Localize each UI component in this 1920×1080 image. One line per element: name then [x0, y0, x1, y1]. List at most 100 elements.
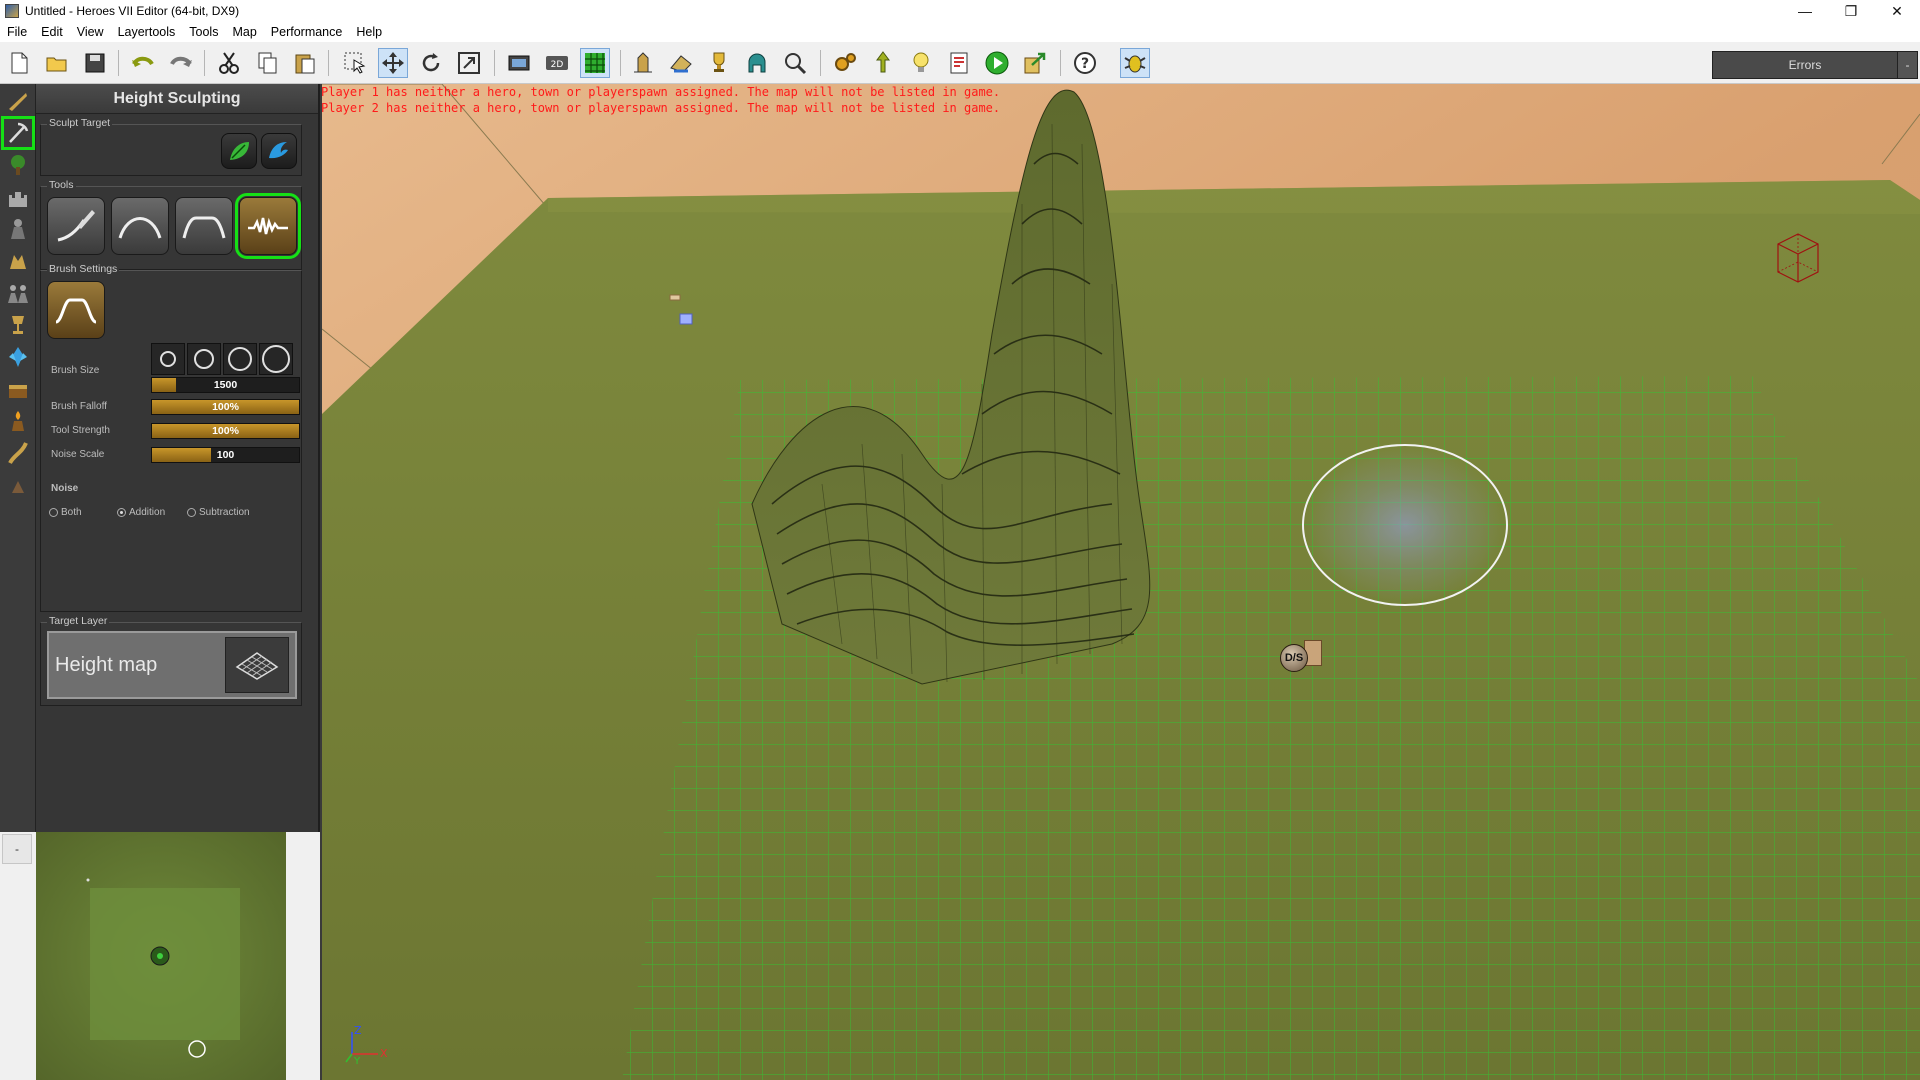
- title-bar: Untitled - Heroes VII Editor (64-bit, DX…: [0, 0, 1920, 22]
- tool-strength-label: Tool Strength: [51, 425, 110, 436]
- sculpt-pickaxe-icon[interactable]: [1, 116, 35, 150]
- new-file-icon[interactable]: [4, 48, 34, 78]
- height-map-mesh-icon: [225, 637, 289, 693]
- grid-toggle-icon[interactable]: [580, 48, 610, 78]
- radio-indicator: [187, 508, 196, 517]
- menu-tools[interactable]: Tools: [182, 25, 225, 39]
- menu-performance[interactable]: Performance: [264, 25, 350, 39]
- rotate-tool-icon[interactable]: [416, 48, 446, 78]
- play-icon[interactable]: [982, 48, 1012, 78]
- water-wave-icon[interactable]: [261, 133, 297, 169]
- paste-icon[interactable]: [290, 48, 320, 78]
- treasure-chest-icon[interactable]: [3, 374, 33, 404]
- menu-help[interactable]: Help: [349, 25, 389, 39]
- hero-knight-icon[interactable]: [3, 214, 33, 244]
- spawn-label: D/S: [1280, 644, 1308, 672]
- menu-layertools[interactable]: Layertools: [111, 25, 183, 39]
- errors-label: Errors: [1788, 58, 1822, 72]
- brush-falloff-slider[interactable]: 100%: [151, 399, 300, 415]
- axis-y-label: Y: [353, 1056, 361, 1064]
- menu-map[interactable]: Map: [225, 25, 263, 39]
- panel-title: Height Sculpting: [36, 84, 318, 114]
- noise-addition-radio[interactable]: Addition: [117, 507, 165, 518]
- noise-tool-icon[interactable]: [235, 193, 301, 259]
- brush-falloff-label: Brush Falloff: [51, 401, 107, 412]
- terrain-tool-icon[interactable]: [628, 48, 658, 78]
- resource-crystal-icon[interactable]: [3, 342, 33, 372]
- scale-tool-icon[interactable]: [454, 48, 484, 78]
- brush-sculpt-tool-icon[interactable]: [47, 197, 105, 255]
- waypoint-icon[interactable]: [868, 48, 898, 78]
- debug-bug-icon[interactable]: [1120, 48, 1150, 78]
- redo-icon[interactable]: [166, 48, 196, 78]
- player-spawn-marker[interactable]: D/S: [1280, 640, 1324, 688]
- brush-size-small-button[interactable]: [151, 343, 185, 375]
- artifact-goblet-icon[interactable]: [3, 310, 33, 340]
- minimize-button[interactable]: —: [1782, 0, 1828, 22]
- misc-object-icon[interactable]: [3, 470, 33, 500]
- restore-button[interactable]: ❐: [1828, 0, 1874, 22]
- errors-dropdown[interactable]: Errors -: [1712, 51, 1918, 79]
- terrain-scene: [322, 84, 1920, 1080]
- noise-addition-label: Addition: [129, 507, 166, 518]
- 3d-viewport[interactable]: [322, 84, 1920, 1080]
- open-folder-icon[interactable]: [42, 48, 72, 78]
- paint-tool-icon[interactable]: [666, 48, 696, 78]
- brush-size-xlarge-button[interactable]: [259, 343, 293, 375]
- brush-falloff-shape-icon[interactable]: [47, 281, 105, 339]
- noise-scale-slider[interactable]: 100: [151, 447, 300, 463]
- script-icon[interactable]: [944, 48, 974, 78]
- helmet-icon[interactable]: [742, 48, 772, 78]
- light-torch-icon[interactable]: [3, 406, 33, 436]
- height-map-layer-button[interactable]: Height map: [47, 631, 297, 699]
- town-castle-icon[interactable]: [3, 182, 33, 212]
- raise-lower-tool-icon[interactable]: [111, 197, 169, 255]
- undo-icon[interactable]: [128, 48, 158, 78]
- menu-view[interactable]: View: [70, 25, 111, 39]
- brush-size-label: Brush Size: [51, 365, 100, 376]
- army-icon[interactable]: [3, 278, 33, 308]
- camera-view-icon[interactable]: [504, 48, 534, 78]
- path-road-icon[interactable]: [3, 438, 33, 468]
- wireframe-cube-icon: [1770, 230, 1826, 291]
- brush-size-slider[interactable]: 1500: [151, 377, 300, 393]
- tool-strength-slider[interactable]: 100%: [151, 423, 300, 439]
- brush-size-medium-button[interactable]: [187, 343, 221, 375]
- axis-gizmo: Z X Y: [344, 1024, 394, 1069]
- menu-edit[interactable]: Edit: [34, 25, 70, 39]
- minimap-collapse-button[interactable]: -: [2, 834, 32, 864]
- lightbulb-icon[interactable]: [906, 48, 936, 78]
- close-button[interactable]: ✕: [1874, 0, 1920, 22]
- radio-indicator: [49, 508, 58, 517]
- app-icon: [5, 4, 19, 18]
- copy-icon[interactable]: [252, 48, 282, 78]
- sculpt-target-group: Sculpt Target: [40, 117, 302, 176]
- help-icon[interactable]: ?: [1070, 48, 1100, 78]
- minimap[interactable]: [36, 832, 286, 1080]
- foliage-tree-icon[interactable]: [3, 150, 33, 180]
- search-zoom-icon[interactable]: [780, 48, 810, 78]
- trophy-icon[interactable]: [704, 48, 734, 78]
- view-2d-icon[interactable]: 2D: [542, 48, 572, 78]
- menu-file[interactable]: File: [0, 25, 34, 39]
- cut-icon[interactable]: [214, 48, 244, 78]
- height-map-label: Height map: [55, 653, 158, 676]
- height-sculpting-panel: Height Sculpting Sculpt Target Tools Bru…: [36, 84, 320, 832]
- landscape-brush-icon[interactable]: [3, 86, 33, 116]
- export-icon[interactable]: [1020, 48, 1050, 78]
- terrain-leaf-icon[interactable]: [221, 133, 257, 169]
- select-tool-icon[interactable]: [340, 48, 370, 78]
- noise-subtraction-label: Subtraction: [199, 507, 250, 518]
- creature-icon[interactable]: [3, 246, 33, 276]
- tools-label: Tools: [47, 179, 76, 191]
- flatten-plateau-tool-icon[interactable]: [175, 197, 233, 255]
- move-tool-icon[interactable]: [378, 48, 408, 78]
- noise-subtraction-radio[interactable]: Subtraction: [187, 507, 250, 518]
- brush-size-large-button[interactable]: [223, 343, 257, 375]
- brush-settings-group: Brush Settings Brush Size 1500 Brush Fal…: [40, 263, 302, 612]
- target-layer-group: Target Layer Height map: [40, 615, 302, 706]
- errors-dropdown-toggle[interactable]: -: [1897, 52, 1917, 78]
- noise-both-radio[interactable]: Both: [49, 507, 82, 518]
- settings-gears-icon[interactable]: [830, 48, 860, 78]
- save-icon[interactable]: [80, 48, 110, 78]
